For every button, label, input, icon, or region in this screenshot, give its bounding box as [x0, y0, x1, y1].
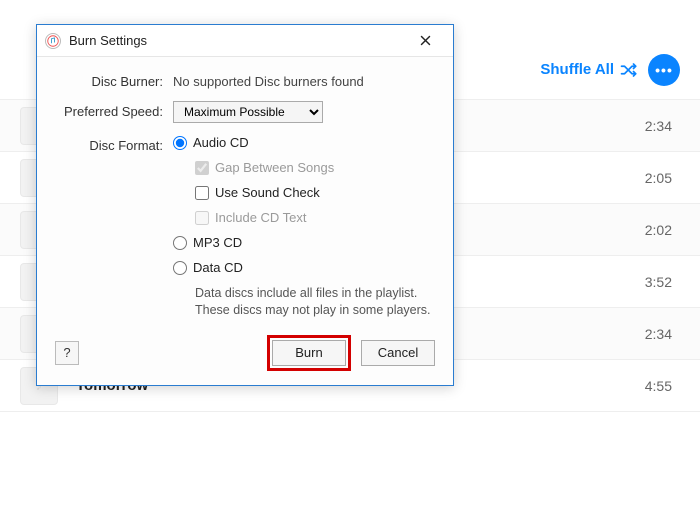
close-icon [420, 35, 431, 46]
include-cd-text-label: Include CD Text [215, 210, 307, 225]
dialog-button-row: ? Burn Cancel [55, 335, 435, 371]
track-duration: 2:02 [645, 222, 680, 238]
more-button[interactable]: ••• [648, 54, 680, 86]
include-cd-text-checkbox [195, 211, 209, 225]
mp3-cd-label: MP3 CD [193, 235, 242, 250]
disc-burner-value: No supported Disc burners found [173, 71, 435, 89]
ellipsis-icon: ••• [655, 62, 673, 78]
data-cd-radio[interactable] [173, 261, 187, 275]
preferred-speed-label: Preferred Speed: [55, 101, 173, 119]
audio-cd-radio[interactable] [173, 136, 187, 150]
track-duration: 4:55 [645, 378, 680, 394]
track-duration: 2:34 [645, 118, 680, 134]
cancel-button[interactable]: Cancel [361, 340, 435, 366]
gap-between-songs-checkbox [195, 161, 209, 175]
data-cd-label: Data CD [193, 260, 243, 275]
shuffle-all-button[interactable]: Shuffle All [540, 61, 638, 78]
burn-settings-dialog: Burn Settings Disc Burner: No supported … [36, 24, 454, 386]
disc-format-label: Disc Format: [55, 135, 173, 153]
track-duration: 3:52 [645, 274, 680, 290]
audio-cd-label: Audio CD [193, 135, 249, 150]
shuffle-all-label: Shuffle All [540, 61, 614, 78]
use-sound-check-checkbox[interactable] [195, 186, 209, 200]
preferred-speed-select[interactable]: Maximum Possible [173, 101, 323, 123]
shuffle-icon [620, 63, 638, 77]
help-button[interactable]: ? [55, 341, 79, 365]
titlebar: Burn Settings [37, 25, 453, 57]
disc-burner-label: Disc Burner: [55, 71, 173, 89]
close-button[interactable] [405, 27, 445, 55]
dialog-title: Burn Settings [69, 33, 405, 48]
mp3-cd-radio[interactable] [173, 236, 187, 250]
burn-highlight: Burn [267, 335, 351, 371]
itunes-icon [45, 33, 61, 49]
use-sound-check-label: Use Sound Check [215, 185, 320, 200]
dialog-body: Disc Burner: No supported Disc burners f… [37, 57, 453, 385]
track-duration: 2:05 [645, 170, 680, 186]
track-duration: 2:34 [645, 326, 680, 342]
data-cd-note: Data discs include all files in the play… [195, 285, 435, 319]
burn-button[interactable]: Burn [272, 340, 346, 366]
gap-between-songs-label: Gap Between Songs [215, 160, 334, 175]
